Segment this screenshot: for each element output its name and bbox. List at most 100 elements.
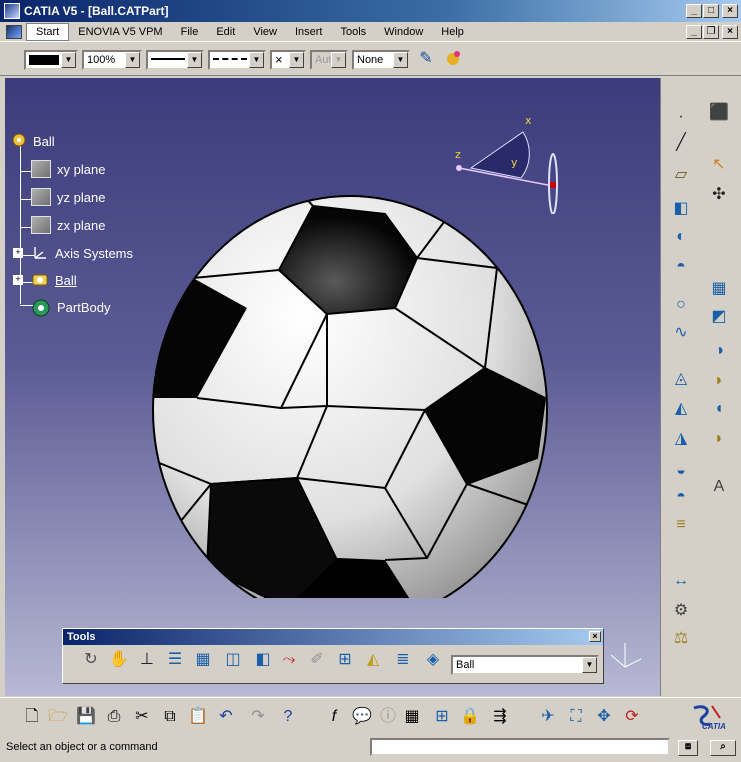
search-icon[interactable]: ⌕ [710,740,736,756]
catalog-icon[interactable]: ⊞ [430,706,454,728]
blend-icon[interactable]: ◗ [707,370,731,392]
print-icon[interactable]: ⎙ [102,706,126,728]
line-icon[interactable]: ╱ [669,132,693,154]
cut-icon[interactable]: ✂ [130,706,154,728]
tree-geometrical-set[interactable]: + Ball [13,271,77,289]
inertia-icon[interactable]: ⚙ [669,600,693,622]
revolve-icon[interactable]: ◐ [669,226,693,248]
sphere-surface-icon[interactable]: ◓ [669,256,693,278]
menu-enovia[interactable]: ENOVIA V5 VPM [69,24,171,40]
hand-icon[interactable]: ✋ [107,649,131,671]
healing-icon[interactable]: ◭ [669,398,693,420]
painter-icon[interactable]: ✎ [414,48,438,70]
color-dropdown-arrow[interactable]: ▼ [61,52,76,68]
mass-icon[interactable]: ⚖ [669,628,693,650]
surface-icon[interactable]: ◩ [707,306,731,328]
point-symbol-dropdown-arrow[interactable]: ▼ [289,52,304,68]
minimize-button[interactable]: _ [686,4,702,18]
new-icon[interactable]: 🗋 [20,706,44,728]
document-icon[interactable] [6,24,22,39]
fly-icon[interactable]: ✈ [536,706,560,728]
line-type-dropdown-arrow[interactable]: ▼ [249,52,264,68]
doc-minimize-button[interactable]: _ [686,25,702,39]
datum-icon[interactable]: ◫ [221,649,245,671]
current-set-combo[interactable]: Ball ▼ [451,655,599,675]
menu-view[interactable]: View [244,24,286,40]
tree-zx-plane[interactable]: zx plane [31,216,105,234]
update-icon[interactable]: ↻ [79,649,103,671]
fill-icon[interactable]: ◑ [707,340,731,362]
menu-file[interactable]: File [172,24,208,40]
rotate-icon[interactable]: ⟳ [620,706,644,728]
open-icon[interactable]: 🗁 [46,706,70,728]
tools-panel-title-bar[interactable]: Tools × [63,629,603,645]
body-tool-icon[interactable]: ◈ [421,649,445,671]
law-icon[interactable]: ≡ [669,514,693,536]
command-list-button[interactable]: ⧈ [678,740,698,756]
axis-system-tool-icon[interactable]: ⊥ [135,649,159,671]
line-thickness-combo[interactable]: ▼ [146,50,204,70]
menu-start[interactable]: Start [26,22,70,41]
grid-icon[interactable]: ▦ [707,278,731,300]
transparency-dropdown-arrow[interactable]: ▼ [125,52,140,68]
formula-icon[interactable]: f [322,706,346,728]
circle-icon[interactable]: ○ [669,294,693,316]
point-icon[interactable]: · [669,106,693,128]
copy-icon[interactable]: ⧉ [158,706,182,728]
properties-icon[interactable] [442,48,466,75]
geometrical-set-tool-icon[interactable]: ◭ [361,649,385,671]
trim-icon[interactable]: ◒ [669,460,693,482]
annotation-icon[interactable]: A [707,476,731,498]
doc-restore-button[interactable]: ❐ [703,25,719,39]
lock-icon[interactable]: 🔒 [458,706,482,728]
tree-part-body[interactable]: PartBody [31,298,110,317]
insert-mode-icon[interactable]: ⤳ [277,649,301,671]
power-input-field[interactable] [370,738,670,756]
help-icon[interactable]: ? [276,706,300,728]
grid-tool-icon[interactable]: ▦ [191,649,215,671]
line-thickness-dropdown-arrow[interactable]: ▼ [187,52,202,68]
work-on-support-icon[interactable]: ☰ [163,649,187,671]
tree-tool-icon[interactable]: ⊞ [333,649,357,671]
pan-icon[interactable]: ✥ [592,706,616,728]
spline-icon[interactable]: ∿ [669,322,693,344]
publish-icon[interactable]: ⇶ [488,706,512,728]
offset-icon[interactable]: ◓ [669,486,693,508]
expand-plus-icon[interactable]: + [13,248,23,258]
soccer-ball-model[interactable] [127,158,557,598]
join-icon[interactable]: ◬ [669,368,693,390]
list-tool-icon[interactable]: ≣ [391,649,415,671]
expand-plus-icon[interactable]: + [13,275,23,285]
multi-section-icon[interactable]: ◗ [707,428,731,450]
line-type-combo[interactable]: ▼ [208,50,266,70]
point-symbol-combo[interactable]: × ▼ [270,50,306,70]
knowledge-icon[interactable]: 💬 [350,706,374,728]
current-set-dropdown-arrow[interactable]: ▼ [582,657,597,673]
layer-combo[interactable]: None ▼ [352,50,410,70]
tree-root[interactable]: Ball [11,132,55,150]
close-button[interactable]: × [722,4,738,18]
transparency-combo[interactable]: 100% ▼ [82,50,142,70]
3d-viewport[interactable]: Ball xy plane yz plane zx plane + Axis S… [5,78,660,696]
tree-axis-systems[interactable]: + Axis Systems [13,244,133,262]
tools-panel-close-button[interactable]: × [589,631,601,642]
menu-window[interactable]: Window [375,24,432,40]
layer-dropdown-arrow[interactable]: ▼ [393,52,408,68]
color-combo[interactable]: ▼ [24,50,78,70]
plane-tool-icon[interactable]: ▱ [669,164,693,186]
tools-panel[interactable]: Tools × ↻ ✋ ⊥ ☰ ▦ ◫ ◧ ⤳ ✐ ⊞ ◭ ≣ ◈ Ball ▼ [62,628,604,684]
table-icon[interactable]: ▦ [400,706,424,728]
extrude-icon[interactable]: ◧ [669,198,693,220]
sweep-icon[interactable]: ◖ [707,398,731,420]
render-icon[interactable]: ⬛ [707,102,731,124]
fit-all-icon[interactable]: ⛶ [564,706,588,728]
measure-icon[interactable]: ↔ [669,570,693,592]
maximize-button[interactable]: □ [703,4,719,18]
snap-icon[interactable]: ✣ [707,184,731,206]
save-icon[interactable]: 💾 [74,706,98,728]
doc-close-button[interactable]: × [722,25,738,39]
tree-xy-plane[interactable]: xy plane [31,160,105,178]
create-datum-icon[interactable]: ◧ [251,649,275,671]
select-arrow-icon[interactable]: ↖ [707,154,731,176]
menu-tools[interactable]: Tools [331,24,375,40]
